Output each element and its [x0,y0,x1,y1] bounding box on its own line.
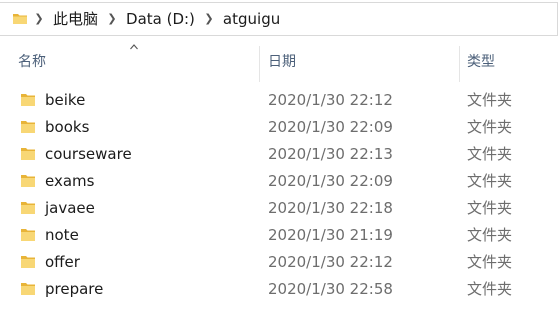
list-item[interactable]: javaee 2020/1/30 22:18 文件夹 [0,195,558,222]
list-item[interactable]: books 2020/1/30 22:09 文件夹 [0,114,558,141]
folder-icon [21,283,35,295]
list-item[interactable]: note 2020/1/30 21:19 文件夹 [0,222,558,249]
file-type: 文件夹 [467,199,513,217]
column-header-date[interactable]: 日期 [268,40,296,82]
list-item[interactable]: offer 2020/1/30 22:12 文件夹 [0,249,558,276]
file-type: 文件夹 [467,253,513,271]
file-date: 2020/1/30 22:58 [268,280,393,298]
column-divider[interactable] [459,46,460,82]
file-type: 文件夹 [467,226,513,244]
address-bar[interactable]: ❯ 此电脑 ❯ Data (D:) ❯ atguigu [0,2,558,36]
list-item[interactable]: prepare 2020/1/30 22:58 文件夹 [0,276,558,303]
folder-icon [21,256,35,268]
column-header-name[interactable]: 名称 [18,40,46,82]
folder-icon [21,229,35,241]
file-name: prepare [45,280,104,298]
column-headers: 名称 日期 类型 [0,40,558,82]
file-date: 2020/1/30 22:13 [268,145,393,163]
file-name: offer [45,253,80,271]
column-header-type[interactable]: 类型 [467,40,495,82]
file-type: 文件夹 [467,145,513,163]
list-item[interactable]: courseware 2020/1/30 22:13 文件夹 [0,141,558,168]
file-name: javaee [45,199,95,217]
column-divider[interactable] [259,46,260,82]
file-date: 2020/1/30 22:18 [268,199,393,217]
folder-icon [12,11,28,27]
file-type: 文件夹 [467,91,513,109]
file-date: 2020/1/30 22:09 [268,172,393,190]
chevron-right-icon[interactable]: ❯ [198,2,220,36]
file-list: beike 2020/1/30 22:12 文件夹 books 2020/1/3… [0,87,558,303]
file-type: 文件夹 [467,172,513,190]
list-item[interactable]: beike 2020/1/30 22:12 文件夹 [0,87,558,114]
folder-icon [21,94,35,106]
file-date: 2020/1/30 22:09 [268,118,393,136]
breadcrumb-this-pc[interactable]: 此电脑 [50,2,101,36]
file-name: exams [45,172,95,190]
file-name: note [45,226,79,244]
breadcrumb-data-drive[interactable]: Data (D:) [123,2,198,36]
breadcrumb-atguigu[interactable]: atguigu [220,2,283,36]
file-name: books [45,118,90,136]
folder-icon [21,148,35,160]
chevron-right-icon[interactable]: ❯ [28,2,50,36]
chevron-right-icon[interactable]: ❯ [101,2,123,36]
folder-icon [21,175,35,187]
file-date: 2020/1/30 22:12 [268,253,393,271]
list-item[interactable]: exams 2020/1/30 22:09 文件夹 [0,168,558,195]
file-date: 2020/1/30 22:12 [268,91,393,109]
file-name: courseware [45,145,132,163]
file-date: 2020/1/30 21:19 [268,226,393,244]
file-type: 文件夹 [467,118,513,136]
folder-icon [21,121,35,133]
file-name: beike [45,91,86,109]
folder-icon [21,202,35,214]
file-type: 文件夹 [467,280,513,298]
sort-ascending-icon [130,44,138,50]
